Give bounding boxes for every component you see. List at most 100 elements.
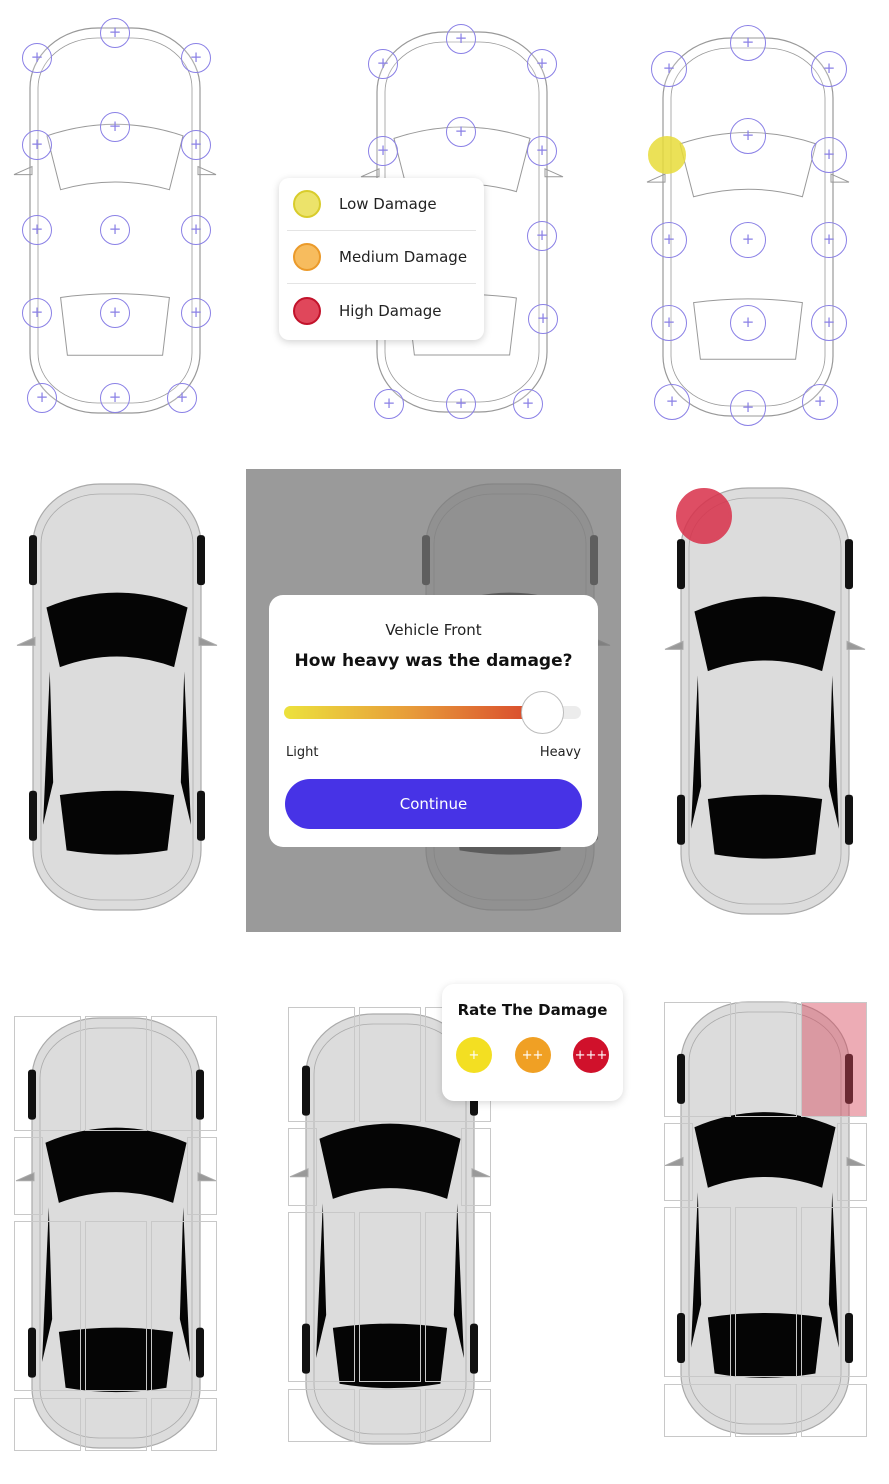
medium-damage-dot — [293, 243, 321, 271]
legend-label: High Damage — [339, 301, 442, 320]
damage-zone[interactable] — [664, 1123, 693, 1201]
damage-zone[interactable] — [288, 1212, 355, 1382]
damage-point-marker[interactable]: + — [528, 304, 558, 334]
damage-zone[interactable] — [14, 1398, 81, 1451]
damage-point-marker[interactable]: + — [181, 298, 211, 328]
damage-point-marker[interactable]: + — [654, 384, 690, 420]
damage-zone[interactable] — [14, 1016, 81, 1131]
damage-point-marker[interactable]: + — [100, 112, 130, 142]
damage-zone[interactable] — [151, 1398, 217, 1451]
high-damage-dot — [293, 296, 321, 325]
legend-medium: Medium Damage — [287, 231, 476, 284]
damage-point-marker[interactable]: + — [27, 383, 57, 413]
damage-point-marker[interactable]: + — [22, 215, 52, 245]
rate-low-button[interactable]: + — [456, 1037, 492, 1073]
damage-point-marker[interactable]: + — [527, 49, 557, 79]
legend-label: Low Damage — [339, 195, 437, 213]
damage-point-marker[interactable]: + — [181, 130, 211, 160]
legend-high: High Damage — [287, 284, 476, 337]
high-damage-marker[interactable] — [676, 488, 732, 544]
damage-zone[interactable] — [425, 1212, 491, 1382]
damage-point-marker[interactable]: + — [368, 136, 398, 166]
damage-point-marker[interactable]: + — [651, 51, 687, 87]
damage-point-marker[interactable]: + — [527, 136, 557, 166]
damage-zone[interactable] — [85, 1016, 147, 1131]
low-damage-marker[interactable] — [648, 136, 686, 174]
damage-point-marker[interactable]: + — [730, 25, 766, 61]
damage-point-marker[interactable]: + — [100, 18, 130, 48]
damage-zone[interactable] — [14, 1137, 43, 1215]
damage-zone[interactable] — [85, 1221, 147, 1391]
damage-zone[interactable] — [735, 1207, 797, 1377]
rate-damage-popup: Rate The Damage + ++ +++ — [442, 984, 623, 1101]
damage-zone[interactable] — [359, 1212, 421, 1382]
damage-zone[interactable] — [85, 1398, 147, 1451]
damage-zone[interactable] — [664, 1384, 731, 1437]
damage-severity-modal: Vehicle Front How heavy was the damage? … — [269, 595, 598, 847]
damage-zone[interactable] — [151, 1221, 217, 1391]
damage-point-marker[interactable]: + — [527, 221, 557, 251]
damage-zone[interactable] — [359, 1007, 421, 1122]
damage-zone[interactable] — [664, 1002, 731, 1117]
rate-medium-button[interactable]: ++ — [514, 1037, 551, 1073]
slider-fill — [284, 706, 543, 719]
damage-zone[interactable] — [837, 1123, 867, 1201]
slider-knob[interactable] — [521, 691, 565, 734]
low-damage-dot — [293, 190, 321, 218]
damage-point-marker[interactable]: + — [730, 390, 766, 426]
damage-zone[interactable] — [288, 1007, 355, 1122]
damage-zone[interactable] — [288, 1128, 317, 1206]
damage-point-marker[interactable]: + — [811, 137, 847, 173]
damage-point-marker[interactable]: + — [811, 51, 847, 87]
modal-subtitle: Vehicle Front — [385, 621, 482, 639]
damage-point-marker[interactable]: + — [730, 305, 766, 341]
car-filled-1 — [16, 483, 218, 911]
damage-point-marker[interactable]: + — [811, 305, 847, 341]
damage-point-marker[interactable]: + — [513, 389, 543, 419]
damage-point-marker[interactable]: + — [368, 49, 398, 79]
damage-zone[interactable] — [735, 1002, 797, 1117]
damage-zone[interactable] — [151, 1016, 217, 1131]
damage-zone[interactable] — [801, 1002, 867, 1117]
damage-zone[interactable] — [801, 1207, 867, 1377]
damage-zone[interactable] — [14, 1221, 81, 1391]
damage-zone[interactable] — [801, 1384, 867, 1437]
damage-point-marker[interactable]: + — [167, 383, 197, 413]
damage-point-marker[interactable]: + — [181, 43, 211, 73]
damage-zone[interactable] — [288, 1389, 355, 1442]
damage-point-marker[interactable]: + — [651, 305, 687, 341]
damage-point-marker[interactable]: + — [100, 215, 130, 245]
rate-title: Rate The Damage — [457, 1001, 608, 1019]
damage-point-marker[interactable]: + — [730, 118, 766, 154]
damage-point-marker[interactable]: + — [22, 43, 52, 73]
damage-point-marker[interactable]: + — [100, 383, 130, 413]
damage-point-marker[interactable]: + — [100, 298, 130, 328]
damage-point-marker[interactable]: + — [446, 389, 476, 419]
modal-title: How heavy was the damage? — [294, 651, 573, 671]
legend-low: Low Damage — [287, 178, 476, 231]
damage-zone[interactable] — [735, 1384, 797, 1437]
damage-point-marker[interactable]: + — [22, 298, 52, 328]
damage-zone[interactable] — [187, 1137, 217, 1215]
legend-label: Medium Damage — [339, 248, 468, 266]
damage-point-marker[interactable]: + — [446, 24, 476, 54]
damage-point-marker[interactable]: + — [802, 384, 838, 420]
continue-button[interactable]: Continue — [285, 779, 582, 829]
slider-max-label: Heavy — [539, 745, 581, 760]
damage-point-marker[interactable]: + — [374, 389, 404, 419]
damage-point-marker[interactable]: + — [446, 117, 476, 147]
damage-zone[interactable] — [461, 1128, 491, 1206]
damage-zone[interactable] — [359, 1389, 421, 1442]
damage-point-marker[interactable]: + — [181, 215, 211, 245]
rate-high-button[interactable]: +++ — [573, 1037, 609, 1073]
slider-min-label: Light — [286, 745, 319, 760]
damage-point-marker[interactable]: + — [22, 130, 52, 160]
car-filled-3 — [664, 487, 866, 915]
damage-zone[interactable] — [664, 1207, 731, 1377]
severity-slider[interactable] — [284, 691, 581, 734]
damage-point-marker[interactable]: + — [651, 222, 687, 258]
damage-legend: Low Damage Medium Damage High Damage — [279, 178, 484, 340]
damage-point-marker[interactable]: + — [730, 222, 766, 258]
damage-zone[interactable] — [425, 1389, 491, 1442]
damage-point-marker[interactable]: + — [811, 222, 847, 258]
